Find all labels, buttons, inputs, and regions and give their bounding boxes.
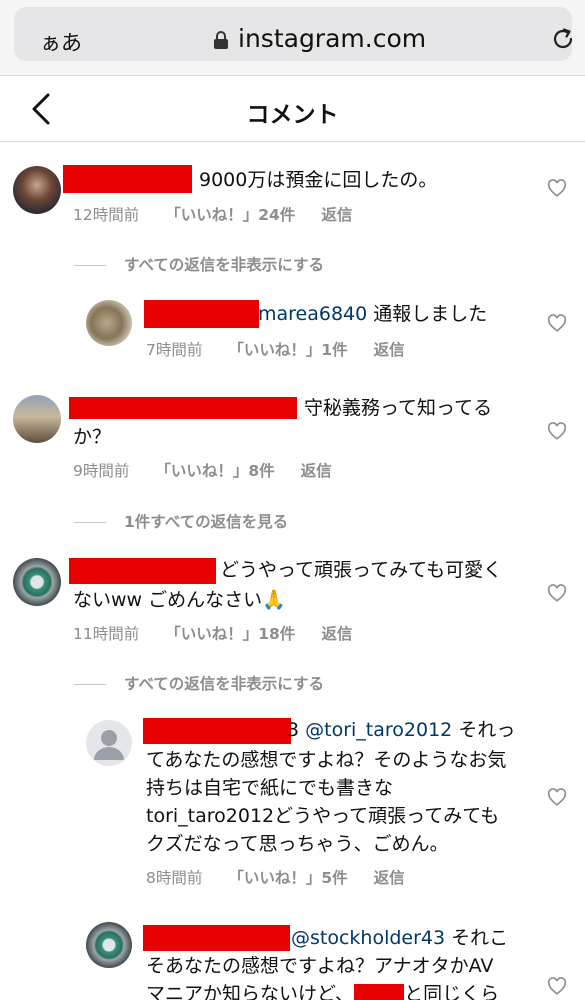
comment-body: それっ (452, 719, 516, 741)
mention-handle[interactable]: marea6840 (258, 303, 367, 325)
url-text: instagram.com (238, 24, 427, 53)
likes-count[interactable]: 「いいね！」8件 (155, 462, 274, 480)
avatar[interactable] (86, 922, 132, 968)
comment-body: それこ (445, 927, 509, 949)
comment-meta: 12時間前 「いいね！」24件 返信 (73, 203, 378, 225)
comment-text: @stockholder43 それこ (291, 924, 508, 953)
heart-icon[interactable] (547, 314, 567, 332)
comment-time: 7時間前 (146, 341, 203, 359)
comment-text-continued: か？ (73, 426, 112, 448)
comment-text-continued: tori_taro2012どうやって頑張ってみても (146, 805, 500, 827)
likes-count[interactable]: 「いいね！」18件 (165, 625, 295, 643)
comment-body: マニアか知らないけど、 (146, 983, 355, 1000)
divider-line (74, 684, 106, 685)
mention-handle[interactable]: @tori_taro2012 (305, 719, 452, 741)
comment-text-continued: 持ちは自宅で紙にでも書きな (146, 777, 394, 799)
avatar[interactable] (13, 395, 61, 443)
comments-header: コメント (0, 76, 585, 142)
avatar[interactable] (86, 720, 132, 766)
reply-button[interactable]: 返信 (321, 625, 352, 643)
comment-body: と同じくら (404, 983, 500, 1000)
comment-time: 8時間前 (146, 869, 203, 887)
comment-meta: 8時間前 「いいね！」5件 返信 (146, 866, 431, 888)
divider-line (74, 265, 106, 266)
comment-text: どうやって頑張ってみても可愛く (220, 559, 503, 581)
reply-button[interactable]: 返信 (301, 462, 332, 480)
redacted-username (69, 558, 216, 584)
default-avatar-icon (94, 730, 124, 760)
text-size-button[interactable]: ぁあ (40, 27, 82, 57)
view-replies-label: 1件すべての返信を見る (124, 513, 289, 531)
heart-icon[interactable] (547, 788, 567, 806)
hide-replies-label: すべての返信を非表示にする (124, 675, 324, 693)
comment-text-continued: てあなたの感想ですよね？そのようなお気 (146, 749, 507, 771)
page-title: コメント (246, 102, 339, 128)
reply-button[interactable]: 返信 (374, 341, 405, 359)
comment-time: 11時間前 (73, 625, 140, 643)
avatar[interactable] (86, 300, 132, 346)
reply-button[interactable]: 返信 (321, 206, 352, 224)
reply-button[interactable]: 返信 (374, 869, 405, 887)
comment-text: 3 @tori_taro2012 それっ (287, 716, 515, 745)
comment-body: 通報しました (367, 303, 488, 325)
comment-text-continued: ないww ごめんなさい🙏 (73, 589, 286, 611)
comment-text-continued: クズだなって思っちゃう、ごめん。 (146, 833, 449, 855)
mention-handle[interactable]: @stockholder43 (291, 927, 445, 949)
comment-text: 9000万は預金に回したの。 (199, 169, 438, 191)
likes-count[interactable]: 「いいね！」24件 (165, 206, 295, 224)
comment-text-continued: マニアか知らないけど、 と同じくら (146, 980, 499, 1000)
hide-replies-button[interactable]: すべての返信を非表示にする (74, 672, 324, 694)
comment-meta: 11時間前 「いいね！」18件 返信 (73, 622, 378, 644)
heart-icon[interactable] (547, 977, 567, 995)
redacted-username (144, 300, 259, 328)
comment-time: 9時間前 (73, 462, 130, 480)
comment-time: 12時間前 (73, 206, 140, 224)
redacted-username (63, 165, 192, 193)
likes-count[interactable]: 「いいね！」5件 (228, 869, 347, 887)
reload-icon[interactable] (550, 26, 576, 52)
divider-line (74, 522, 106, 523)
likes-count[interactable]: 「いいね！」1件 (228, 341, 347, 359)
view-replies-button[interactable]: 1件すべての返信を見る (74, 510, 288, 532)
redacted-username (69, 397, 297, 419)
avatar[interactable] (13, 558, 61, 606)
redacted-text (354, 983, 405, 1000)
username-suffix: 3 (287, 719, 306, 741)
hide-replies-button[interactable]: すべての返信を非表示にする (74, 253, 324, 275)
address-bar[interactable]: ぁあ instagram.com (14, 7, 573, 61)
comment-meta: 9時間前 「いいね！」8件 返信 (73, 459, 358, 481)
redacted-username (143, 925, 290, 951)
comment-meta: 7時間前 「いいね！」1件 返信 (146, 338, 431, 360)
heart-icon[interactable] (547, 584, 567, 602)
browser-toolbar: ぁあ instagram.com (0, 0, 585, 76)
comment-text: 守秘義務って知ってる (304, 397, 493, 419)
comment-text-continued: そあなたの感想ですよね？アナオタかAV (146, 955, 494, 977)
hide-replies-label: すべての返信を非表示にする (124, 256, 324, 274)
heart-icon[interactable] (547, 422, 567, 440)
comment-text: marea6840 通報しました (258, 300, 487, 329)
avatar[interactable] (13, 166, 61, 214)
heart-icon[interactable] (547, 179, 567, 197)
redacted-username (143, 718, 291, 744)
lock-icon (214, 31, 228, 49)
